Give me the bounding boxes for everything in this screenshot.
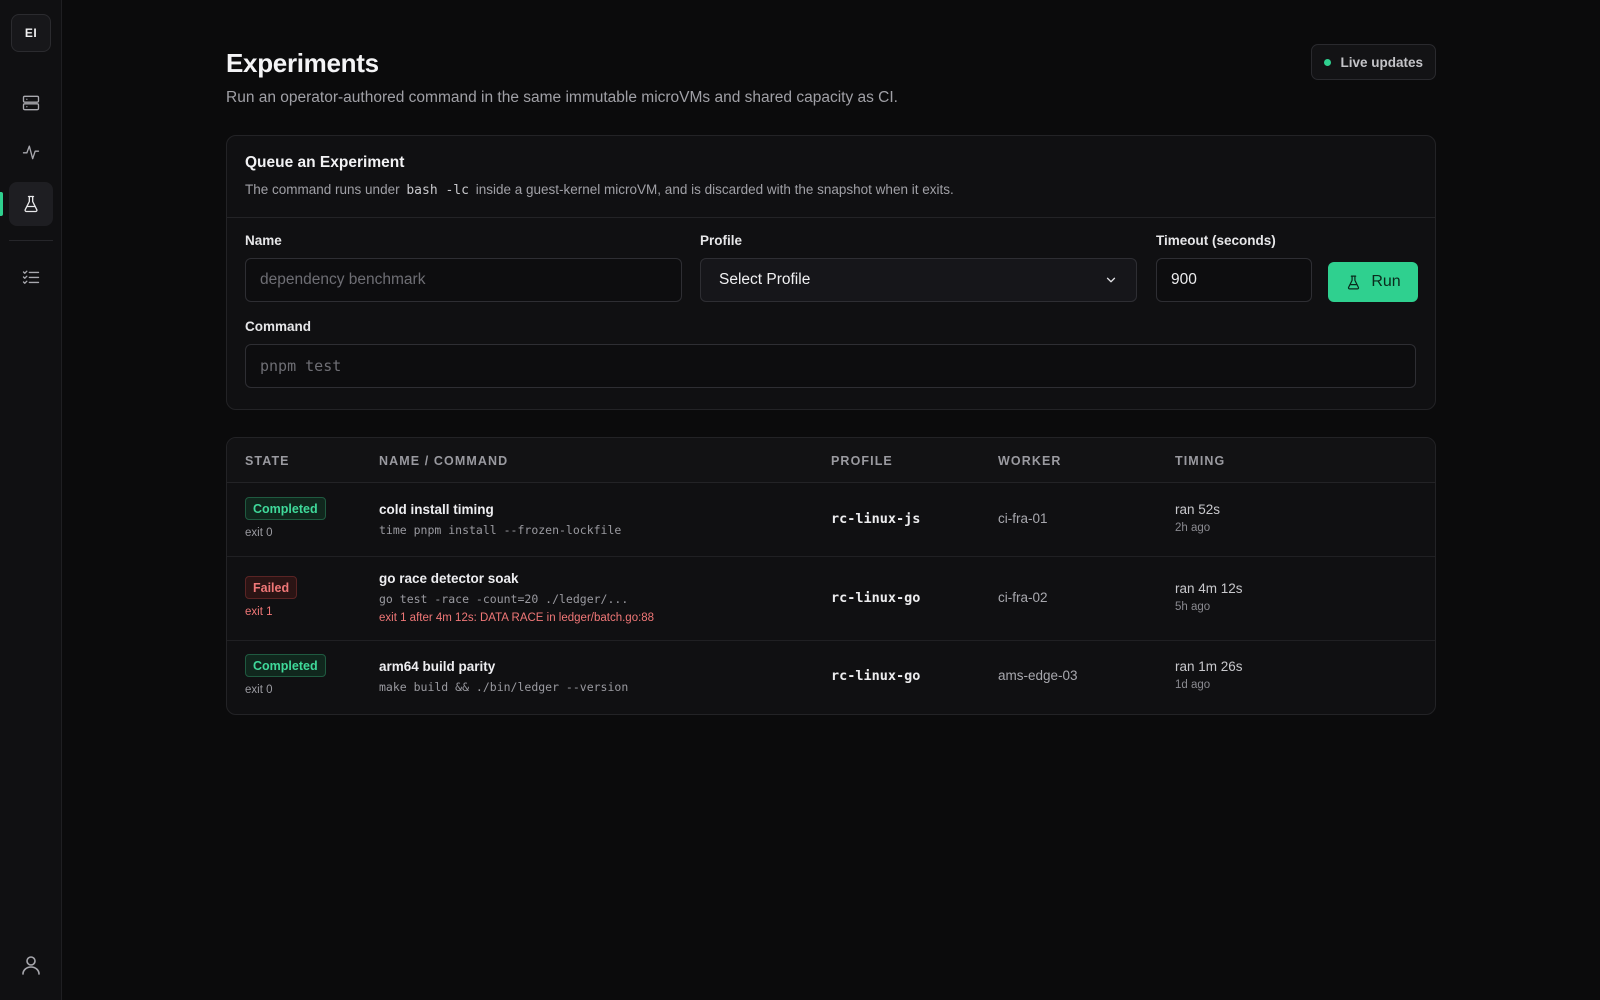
experiment-name: arm64 build parity: [379, 659, 496, 674]
live-updates-label: Live updates: [1340, 54, 1423, 70]
profile-select[interactable]: Select Profile: [700, 258, 1137, 302]
page-title: Experiments: [226, 48, 379, 78]
desc-post: inside a guest-kernel microVM, and is di…: [475, 182, 954, 197]
exit-code: exit 1: [245, 606, 273, 618]
user-icon: [22, 956, 40, 975]
name-input[interactable]: [245, 258, 682, 302]
command-input[interactable]: [245, 344, 1416, 388]
status-badge: Completed: [245, 497, 326, 520]
column-header-profile[interactable]: PROFILE: [831, 454, 893, 468]
sidebar-divider: [9, 240, 53, 241]
profile-value: rc-linux-go: [831, 668, 921, 684]
queue-experiment-card: Queue an Experiment The command runs und…: [226, 135, 1436, 410]
profile-select-value: Select Profile: [719, 271, 811, 288]
timing-ago: 2h ago: [1175, 522, 1211, 534]
exit-code: exit 0: [245, 527, 273, 539]
table-row[interactable]: Failed exit 1 go race detector soak go t…: [227, 557, 1435, 641]
experiment-command: make build && ./bin/ledger --version: [379, 680, 629, 694]
table-row[interactable]: Completed exit 0 cold install timing tim…: [227, 483, 1435, 557]
experiment-name: go race detector soak: [379, 571, 519, 586]
live-updates-badge[interactable]: Live updates: [1311, 44, 1436, 80]
desc-code: bash -lc: [406, 183, 469, 198]
name-label: Name: [245, 233, 282, 248]
active-indicator: [0, 192, 3, 216]
worker-value: ams-edge-03: [998, 668, 1078, 683]
experiment-name: cold install timing: [379, 502, 494, 517]
sidebar-item-experiments[interactable]: [9, 182, 53, 226]
card-title: Queue an Experiment: [245, 154, 405, 171]
timeout-input[interactable]: [1156, 258, 1312, 302]
run-button[interactable]: Run: [1328, 262, 1418, 302]
timeout-label: Timeout (seconds): [1156, 233, 1276, 248]
status-badge: Completed: [245, 654, 326, 677]
command-label: Command: [245, 319, 312, 334]
checklist-icon: [22, 270, 40, 284]
timing-ran: ran 52s: [1175, 502, 1221, 517]
flask-icon: [24, 195, 38, 213]
profile-value: rc-linux-go: [831, 590, 921, 606]
chevron-down-icon: [1106, 277, 1116, 283]
experiment-command: time pnpm install --frozen-lockfile: [379, 523, 622, 537]
table-header: STATE NAME / COMMAND PROFILE WORKER TIMI…: [227, 438, 1435, 483]
exit-code: exit 0: [245, 684, 273, 696]
card-description: The command runs under bash -lc inside a…: [245, 182, 1417, 198]
page-subtitle: Run an operator-authored command in the …: [226, 89, 898, 106]
worker-value: ci-fra-01: [998, 511, 1048, 526]
user-account-button[interactable]: [19, 953, 43, 977]
column-header-timing[interactable]: TIMING: [1175, 454, 1225, 468]
status-badge: Failed: [245, 576, 298, 599]
column-header-worker[interactable]: WORKER: [998, 454, 1062, 468]
profile-value: rc-linux-js: [831, 511, 921, 527]
sidebar-item-tasks[interactable]: [9, 255, 53, 299]
run-button-label: Run: [1371, 273, 1401, 290]
live-status-dot-icon: [1324, 58, 1332, 66]
error-message: exit 1 after 4m 12s: DATA RACE in ledger…: [379, 612, 655, 624]
desc-pre: The command runs under: [245, 182, 400, 197]
app-logo[interactable]: EI: [11, 14, 51, 52]
timing-ago: 1d ago: [1175, 679, 1211, 691]
table-row[interactable]: Completed exit 0 arm64 build parity make…: [227, 641, 1435, 714]
timing-ago: 5h ago: [1175, 601, 1211, 613]
card-header: Queue an Experiment The command runs und…: [227, 136, 1435, 218]
sidebar: EI: [0, 0, 62, 1000]
activity-icon: [22, 145, 40, 160]
worker-value: ci-fra-02: [998, 590, 1048, 605]
column-header-state[interactable]: STATE: [245, 454, 290, 468]
timing-ran: ran 1m 26s: [1175, 659, 1243, 674]
server-icon: [22, 95, 40, 111]
sidebar-item-servers[interactable]: [9, 81, 53, 125]
flask-icon: [1348, 275, 1360, 289]
column-header-name-command[interactable]: NAME / COMMAND: [379, 454, 508, 468]
timing-ran: ran 4m 12s: [1175, 581, 1243, 596]
profile-label: Profile: [700, 233, 743, 248]
experiment-command: go test -race -count=20 ./ledger/...: [379, 592, 629, 606]
experiments-table: STATE NAME / COMMAND PROFILE WORKER TIMI…: [226, 437, 1436, 715]
sidebar-item-activity[interactable]: [9, 130, 53, 174]
